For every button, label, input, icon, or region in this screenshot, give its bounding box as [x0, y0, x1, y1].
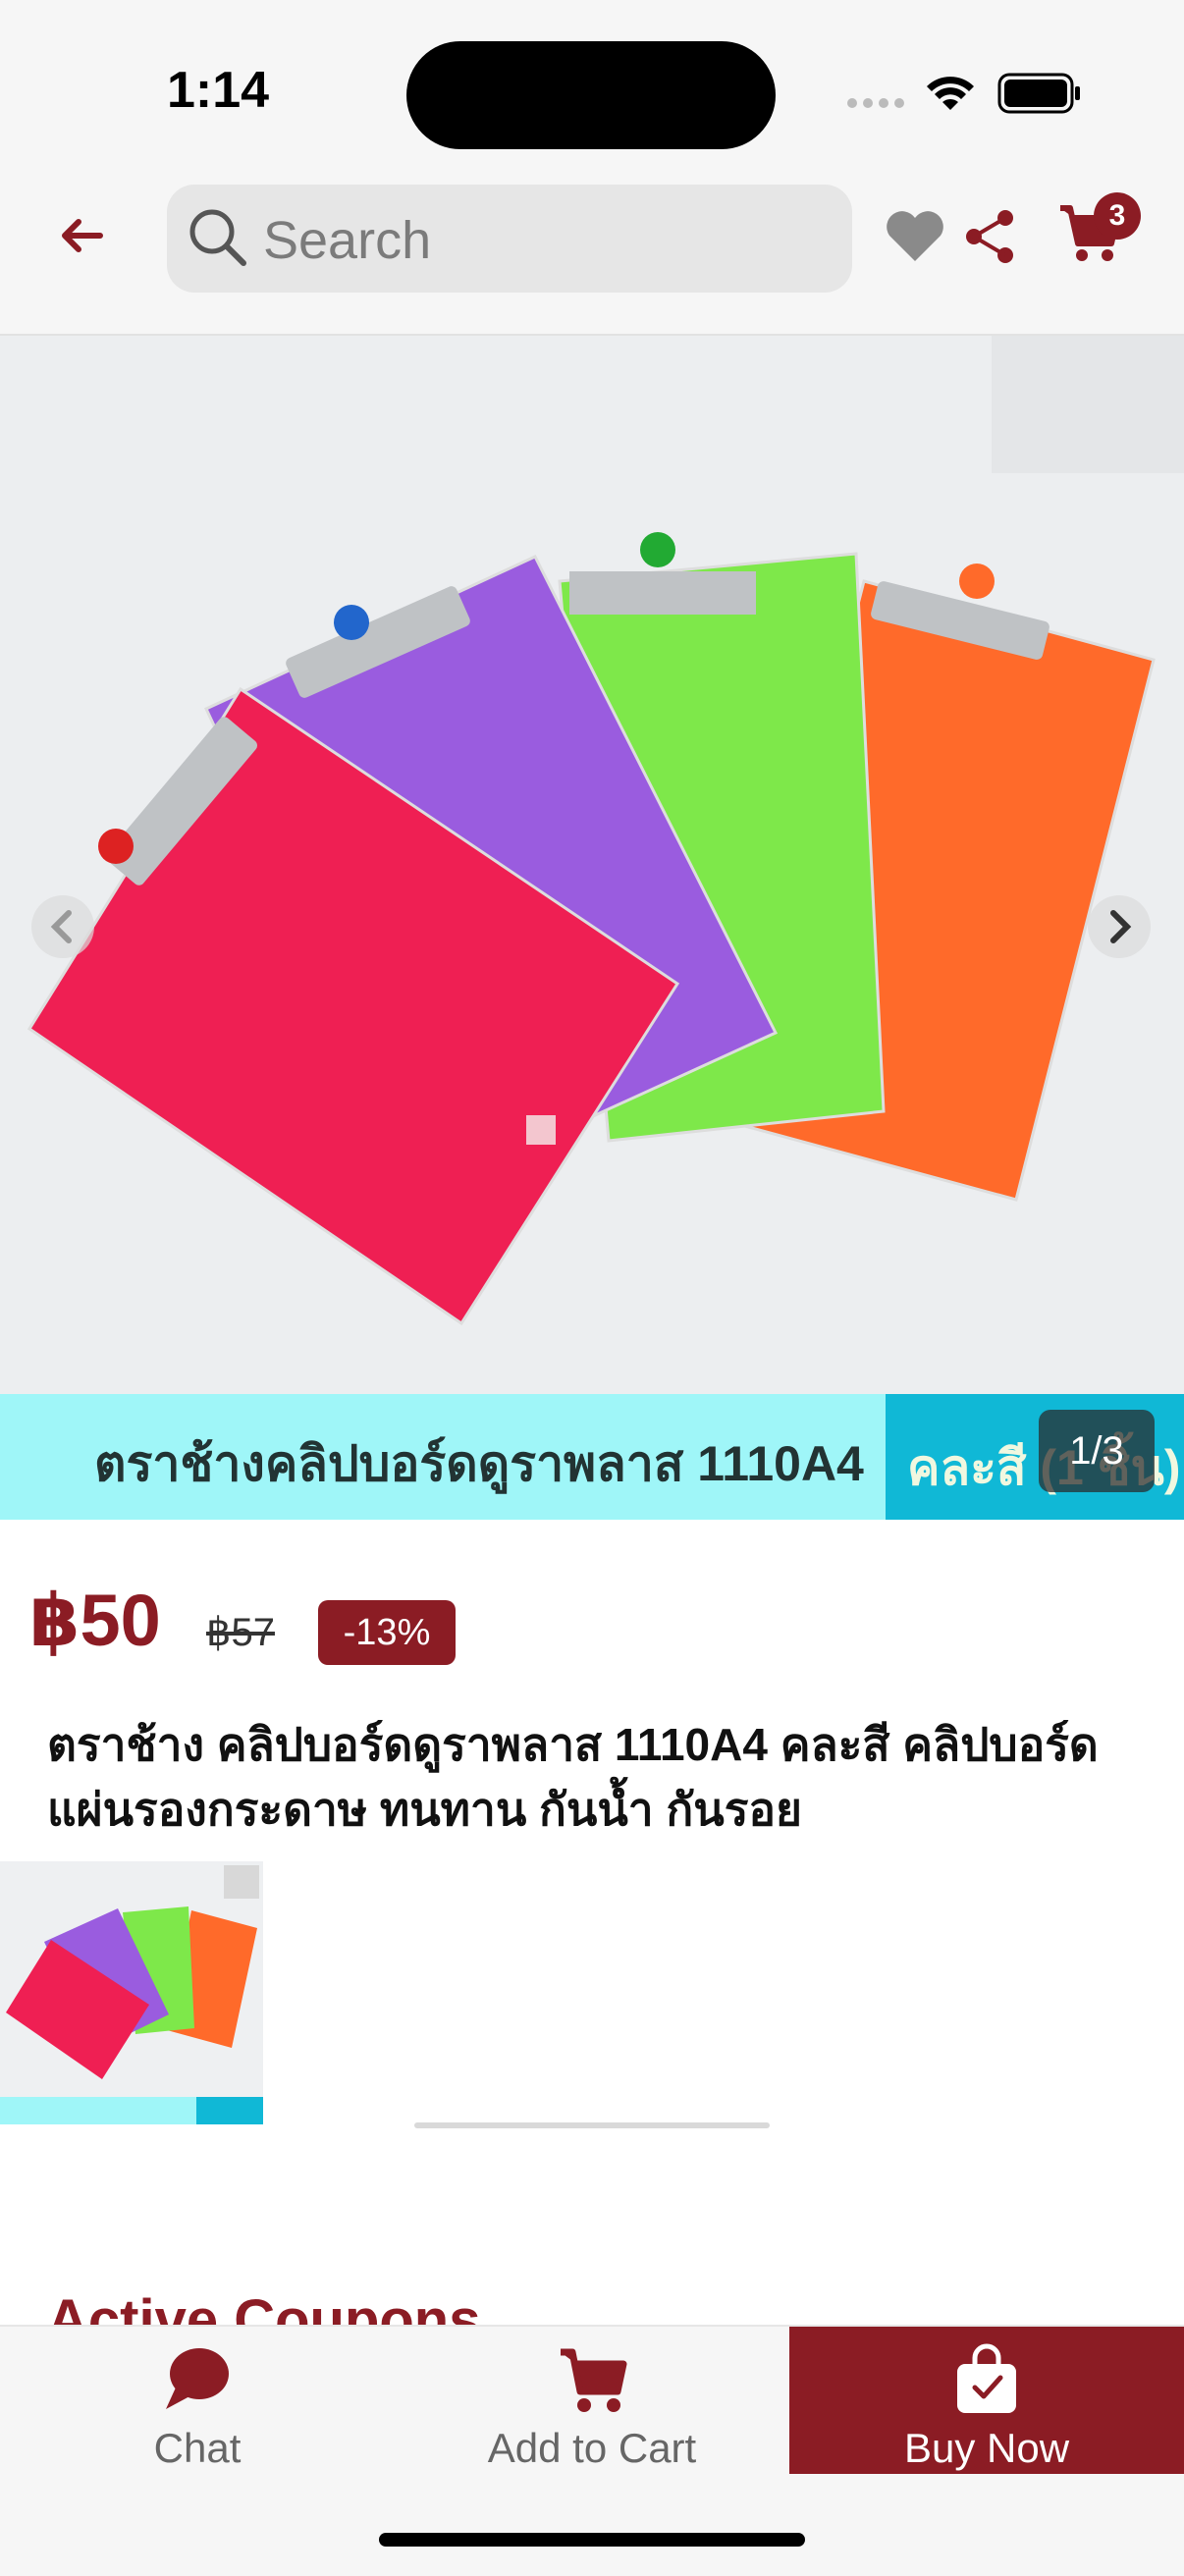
chat-icon — [166, 2348, 229, 2409]
search-placeholder: Search — [263, 211, 432, 270]
dynamic-island — [406, 41, 776, 149]
carousel-next-button[interactable] — [1088, 895, 1151, 958]
product-banner-text: ตราช้างคลิปบอร์ดดูราพลาส 1110A4 — [94, 1436, 864, 1491]
back-arrow-icon[interactable] — [51, 204, 114, 267]
add-to-cart-label: Add to Cart — [487, 2425, 697, 2471]
product-title: ตราช้าง คลิปบอร์ดดูราพลาส 1110A4 คละสี ค… — [47, 1719, 1099, 1835]
signal-icon — [847, 98, 904, 108]
buy-now-button[interactable]: Buy Now — [789, 2327, 1184, 2474]
wifi-icon — [927, 77, 974, 110]
product-thumbnail[interactable] — [0, 1861, 263, 2124]
chevron-left-icon — [50, 910, 72, 943]
image-counter: 1/3 — [1039, 1410, 1155, 1492]
battery-icon — [997, 73, 1080, 114]
discount-badge: -13% — [318, 1600, 456, 1665]
status-time: 1:14 — [167, 62, 270, 119]
search-icon — [189, 209, 246, 266]
product-price: ฿50 — [29, 1580, 161, 1661]
chevron-right-icon — [1110, 910, 1132, 943]
thumbnail-image — [0, 1861, 263, 2124]
product-image-carousel[interactable] — [0, 336, 1184, 1394]
cart-count-badge: 3 — [1094, 192, 1141, 240]
original-price: ฿57 — [206, 1611, 275, 1654]
add-cart-icon — [561, 2348, 627, 2412]
chat-button[interactable]: Chat — [0, 2327, 395, 2474]
thumbnail-scroll-indicator — [414, 2122, 770, 2128]
buy-now-label: Buy Now — [903, 2425, 1070, 2471]
carousel-prev-button[interactable] — [31, 895, 94, 958]
share-icon[interactable] — [962, 208, 1019, 265]
chat-label: Chat — [153, 2425, 242, 2471]
shopping-bag-icon — [957, 2343, 1016, 2413]
product-photo — [0, 336, 1184, 1394]
heart-icon[interactable] — [884, 208, 946, 263]
home-indicator — [379, 2533, 805, 2547]
add-to-cart-button[interactable]: Add to Cart — [395, 2327, 789, 2474]
